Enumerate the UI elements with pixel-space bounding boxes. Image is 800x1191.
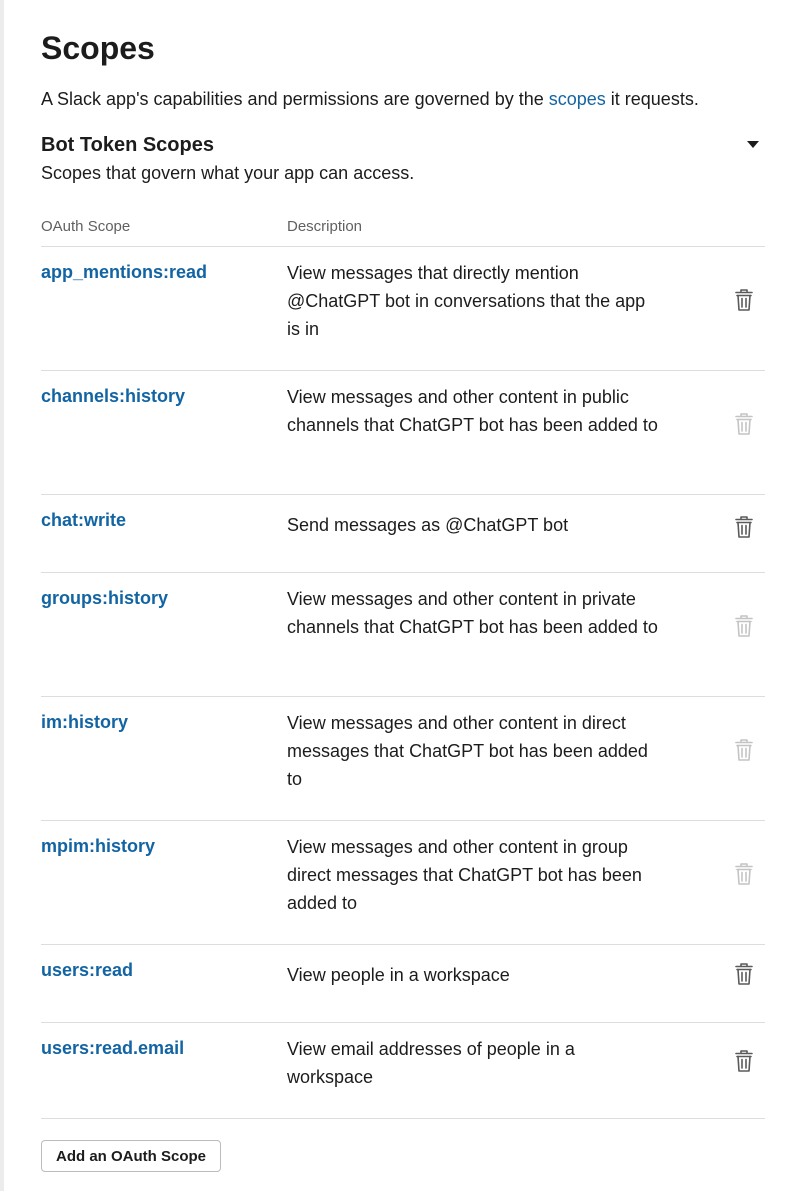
scope-description: Send messages as @ChatGPT bot	[287, 515, 569, 535]
table-header: OAuth Scope Description	[41, 208, 765, 247]
table-row: groups:history View messages and other co…	[41, 573, 765, 697]
table-row: app_mentions:read View messages that dire…	[41, 247, 765, 371]
table-row: mpim:history View messages and other cont…	[41, 821, 765, 945]
trash-icon	[733, 862, 755, 886]
scope-description: View email addresses of people in a work…	[287, 1039, 575, 1087]
scope-description: View messages that directly mention @Cha…	[287, 263, 646, 339]
scope-name[interactable]: channels:history	[41, 383, 185, 409]
scope-name[interactable]: app_mentions:read	[41, 259, 207, 285]
scope-name[interactable]: users:read.email	[41, 1035, 184, 1061]
trash-icon[interactable]	[733, 515, 755, 539]
scope-name[interactable]: mpim:history	[41, 833, 155, 859]
scope-description: View messages and other content in priva…	[287, 589, 658, 637]
left-border	[0, 0, 4, 1191]
table-row: chat:write Send messages as @ChatGPT bot	[41, 495, 765, 573]
scopes-link[interactable]: scopes	[549, 89, 606, 109]
bot-token-scopes-title: Bot Token Scopes	[41, 134, 214, 156]
add-oauth-scope-button[interactable]: Add an OAuth Scope	[41, 1140, 221, 1172]
table-row: users:read View people in a workspace	[41, 945, 765, 1023]
scope-name[interactable]: users:read	[41, 957, 133, 983]
page-title: Scopes	[41, 30, 155, 66]
trash-icon[interactable]	[733, 962, 755, 986]
table-body: app_mentions:read View messages that dire…	[41, 247, 765, 1119]
scope-description: View messages and other content in publi…	[287, 387, 658, 435]
scopes-table: OAuth Scope Description app_mentions:rea…	[41, 208, 765, 1119]
trash-icon	[733, 412, 755, 436]
table-row: channels:history View messages and other …	[41, 371, 765, 495]
trash-icon[interactable]	[733, 288, 755, 312]
table-row: users:read.email View email addresses of …	[41, 1023, 765, 1119]
trash-icon[interactable]	[733, 1049, 755, 1073]
bot-token-scopes-subtitle: Scopes that govern what your app can acc…	[41, 163, 415, 183]
intro-text-after: it requests.	[605, 89, 699, 109]
column-header-oauth-scope: OAuth Scope	[41, 218, 131, 235]
intro-text: A Slack app's capabilities and permissio…	[41, 86, 699, 112]
column-header-description: Description	[287, 218, 363, 235]
scope-name[interactable]: chat:write	[41, 507, 126, 533]
scope-name[interactable]: groups:history	[41, 585, 168, 611]
trash-icon	[733, 614, 755, 638]
scope-description: View messages and other content in group…	[287, 837, 642, 913]
trash-icon	[733, 738, 755, 762]
table-row: im:history View messages and other conten…	[41, 697, 765, 821]
scope-description: View messages and other content in direc…	[287, 713, 648, 789]
caret-down-icon[interactable]	[744, 137, 762, 151]
scope-name[interactable]: im:history	[41, 709, 128, 735]
scope-description: View people in a workspace	[287, 965, 510, 985]
intro-text-before: A Slack app's capabilities and permissio…	[41, 89, 549, 109]
